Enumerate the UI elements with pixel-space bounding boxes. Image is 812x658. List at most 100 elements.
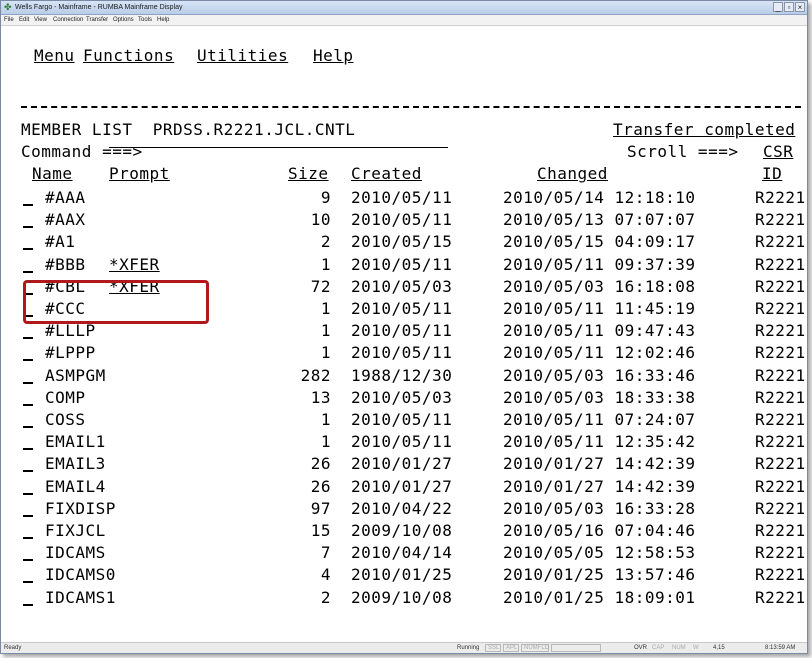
row-select-field[interactable] — [23, 515, 33, 517]
member-created: 2010/01/27 — [351, 477, 453, 496]
menu-transfer[interactable]: Transfer — [86, 15, 108, 25]
app-icon: ✤ — [4, 2, 12, 12]
member-changed: 2010/05/11 11:45:19 — [503, 299, 696, 318]
row-select-field[interactable] — [23, 226, 33, 228]
member-size: 1 — [320, 432, 331, 451]
ispf-menu-help[interactable]: Help — [313, 46, 354, 66]
member-changed: 2010/05/16 07:04:46 — [503, 521, 696, 540]
member-size: 1 — [320, 343, 331, 362]
member-changed: 2010/01/27 14:42:39 — [503, 477, 696, 496]
row-select-field[interactable] — [23, 493, 33, 495]
row-select-field[interactable] — [23, 470, 33, 472]
row-select-field[interactable] — [23, 448, 33, 450]
row-select-field[interactable] — [23, 248, 33, 250]
member-name[interactable]: #A1 — [45, 232, 75, 252]
member-name[interactable]: IDCAMS1 — [45, 588, 116, 608]
member-name[interactable]: ASMPGM — [45, 366, 106, 386]
member-id: R2221 — [755, 255, 806, 274]
member-size: 7 — [320, 543, 331, 562]
row-select-field[interactable] — [23, 337, 33, 339]
row-select-field[interactable] — [23, 426, 33, 428]
member-changed: 2010/05/11 12:35:42 — [503, 432, 696, 451]
member-id: R2221 — [755, 454, 806, 473]
member-created: 2009/10/08 — [351, 588, 453, 607]
member-changed: 2010/05/11 07:24:07 — [503, 410, 696, 429]
row-select-field[interactable] — [23, 604, 33, 606]
member-size: 4 — [320, 565, 331, 584]
member-prompt: *XFER — [109, 255, 160, 274]
member-name[interactable]: COMP — [45, 388, 86, 408]
member-id: R2221 — [755, 321, 806, 340]
member-name[interactable]: #AAX — [45, 210, 86, 230]
row-select-field[interactable] — [23, 204, 33, 206]
member-changed: 2010/05/11 09:47:43 — [503, 321, 696, 340]
transfer-status: Transfer completed — [613, 120, 796, 139]
row-select-field[interactable] — [23, 359, 33, 361]
menu-edit[interactable]: Edit — [19, 15, 29, 25]
member-changed: 2010/05/13 07:07:07 — [503, 210, 696, 229]
member-created: 2010/01/25 — [351, 565, 453, 584]
member-created: 1988/12/30 — [351, 366, 453, 385]
command-input[interactable] — [109, 147, 448, 148]
member-size: 72 — [310, 277, 331, 296]
row-select-field[interactable] — [23, 271, 33, 273]
member-size: 1 — [320, 321, 331, 340]
menu-help[interactable]: Help — [157, 15, 169, 25]
row-select-field[interactable] — [23, 537, 33, 539]
member-name[interactable]: #LPPP — [45, 343, 96, 363]
member-size: 282 — [300, 366, 331, 385]
status-time: 8:13:59 AM — [765, 645, 796, 651]
command-label: Command ===> — [21, 142, 143, 161]
member-name[interactable]: #AAA — [45, 188, 86, 208]
menu-options[interactable]: Options — [113, 15, 134, 25]
mode-cap: CAP — [652, 645, 665, 651]
menu-view[interactable]: View — [34, 15, 47, 25]
member-name[interactable]: FIXJCL — [45, 521, 106, 541]
member-name[interactable]: EMAIL3 — [45, 454, 106, 474]
member-id: R2221 — [755, 299, 806, 318]
member-size: 26 — [310, 477, 331, 496]
close-button[interactable]: × — [795, 2, 805, 12]
terminal-screen[interactable]: Menu Functions Utilities Help MEMBER LIS… — [1, 26, 807, 642]
member-id: R2221 — [755, 543, 806, 562]
row-select-field[interactable] — [23, 382, 33, 384]
member-id: R2221 — [755, 432, 806, 451]
member-created: 2010/05/11 — [351, 410, 453, 429]
ispf-menu-utilities[interactable]: Utilities — [197, 46, 288, 66]
member-id: R2221 — [755, 388, 806, 407]
member-created: 2010/05/11 — [351, 343, 453, 362]
member-name[interactable]: IDCAMS0 — [45, 565, 116, 585]
member-name[interactable]: IDCAMS — [45, 543, 106, 563]
title-bar[interactable]: ✤ Wells Fargo - Mainframe - RUMBA Mainfr… — [1, 1, 807, 15]
minimize-button[interactable]: _ — [773, 2, 783, 12]
row-select-field[interactable] — [23, 559, 33, 561]
member-created: 2010/05/11 — [351, 210, 453, 229]
ispf-menu-functions[interactable]: Functions — [83, 46, 174, 66]
menu-tools[interactable]: Tools — [138, 15, 152, 25]
indicator-apl: APL — [503, 644, 519, 652]
indicator-numfld: NUMFLD — [521, 644, 549, 652]
member-changed: 2010/01/25 13:57:46 — [503, 565, 696, 584]
row-select-field[interactable] — [23, 581, 33, 583]
member-id: R2221 — [755, 210, 806, 229]
member-id: R2221 — [755, 188, 806, 207]
member-size: 97 — [310, 499, 331, 518]
member-created: 2010/04/14 — [351, 543, 453, 562]
member-created: 2010/04/22 — [351, 499, 453, 518]
scroll-value-field[interactable]: CSR — [763, 142, 793, 162]
member-changed: 2010/01/25 18:09:01 — [503, 588, 696, 607]
terminal-window: ✤ Wells Fargo - Mainframe - RUMBA Mainfr… — [0, 0, 808, 654]
member-name[interactable]: EMAIL4 — [45, 477, 106, 497]
member-name[interactable]: EMAIL1 — [45, 432, 106, 452]
menu-connection[interactable]: Connection — [53, 15, 83, 25]
member-name[interactable]: #BBB — [45, 255, 86, 275]
ispf-menu-menu[interactable]: Menu — [34, 46, 75, 66]
menu-file[interactable]: File — [4, 15, 14, 25]
row-select-field[interactable] — [23, 404, 33, 406]
member-name[interactable]: COSS — [45, 410, 86, 430]
member-name[interactable]: #LLLP — [45, 321, 96, 341]
member-name[interactable]: FIXDISP — [45, 499, 116, 519]
column-header-prompt: Prompt — [109, 164, 170, 183]
status-bar: Ready Running SSL APL NUMFLD OVR CAP NUM… — [1, 642, 807, 653]
maximize-button[interactable]: ▫ — [784, 2, 794, 12]
